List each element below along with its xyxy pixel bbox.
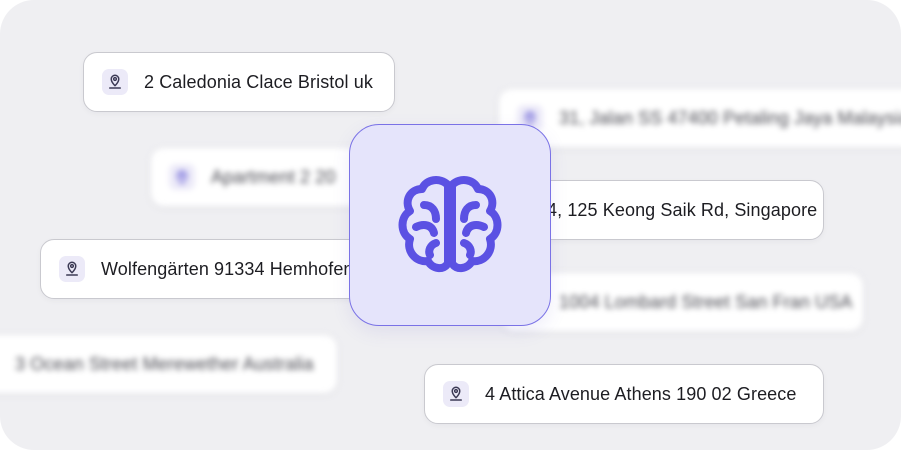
map-pin-icon: [59, 256, 85, 282]
address-chip: 1004 Lombard Street San Fran USA: [500, 272, 864, 332]
address-text: 4, 125 Keong Saik Rd, Singapore: [547, 199, 818, 220]
address-text: 31, Jalan SS 47400 Petaling Jaya Malaysi…: [559, 107, 901, 128]
address-text: 1004 Lombard Street San Fran USA: [559, 291, 853, 312]
address-text: Apartment 2 20: [211, 166, 336, 187]
address-chip: 31, Jalan SS 47400 Petaling Jaya Malaysi…: [498, 88, 901, 148]
map-pin-icon: [443, 381, 469, 407]
address-chip: Apartment 2 20: [150, 147, 380, 207]
address-text: 4 Attica Avenue Athens 190 02 Greece: [485, 383, 797, 404]
brain-tile: [349, 124, 551, 326]
illustration-canvas: 31, Jalan SS 47400 Petaling Jaya Malaysi…: [0, 0, 901, 450]
map-pin-icon: [169, 164, 195, 190]
address-text: 3 Ocean Street Merewether Australia: [15, 353, 314, 374]
address-text: 2 Caledonia Clace Bristol uk: [144, 71, 373, 92]
address-chip: Wolfengärten 91334 Hemhofen: [40, 239, 370, 299]
map-pin-icon: [102, 69, 128, 95]
address-chip: 3 Ocean Street Merewether Australia: [0, 334, 338, 394]
address-chip: 2 Caledonia Clace Bristol uk: [83, 52, 395, 112]
address-text: Wolfengärten 91334 Hemhofen: [101, 258, 354, 279]
brain-icon: [398, 176, 502, 272]
address-chip: 4 Attica Avenue Athens 190 02 Greece: [424, 364, 824, 424]
address-chip: 4, 125 Keong Saik Rd, Singapore: [520, 180, 824, 240]
